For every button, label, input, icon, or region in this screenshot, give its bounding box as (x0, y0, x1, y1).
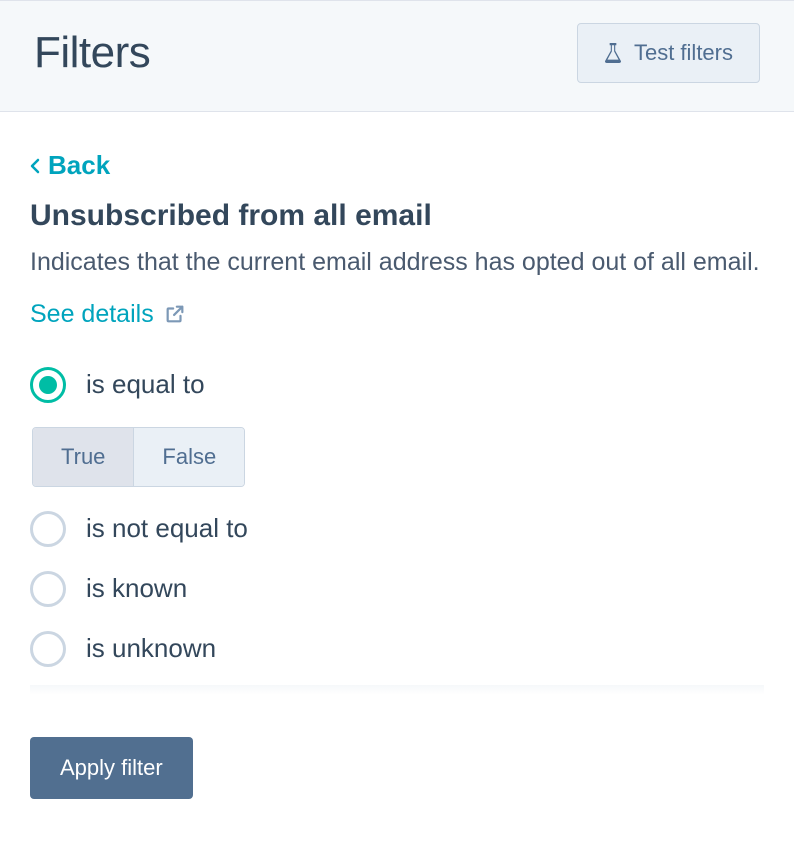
radio-label-is-unknown[interactable]: is unknown (86, 633, 216, 664)
radio-input-is-unknown[interactable] (30, 631, 66, 667)
apply-filter-button[interactable]: Apply filter (30, 737, 193, 799)
radio-option-is-unknown[interactable]: is unknown (30, 631, 764, 667)
boolean-toggle-wrap: True False (32, 427, 764, 487)
see-details-label: See details (30, 300, 154, 329)
test-filters-label: Test filters (634, 40, 733, 66)
radio-input-is-known[interactable] (30, 571, 66, 607)
radio-option-equal-to[interactable]: is equal to (30, 367, 764, 403)
radio-input-equal-to[interactable] (30, 367, 66, 403)
test-filters-button[interactable]: Test filters (577, 23, 760, 83)
chevron-left-icon (30, 158, 40, 174)
back-link[interactable]: Back (30, 150, 764, 181)
page-title: Filters (34, 28, 150, 78)
radio-input-not-equal-to[interactable] (30, 511, 66, 547)
scroll-fade (30, 685, 764, 695)
back-label: Back (48, 150, 110, 181)
radio-label-equal-to[interactable]: is equal to (86, 369, 205, 400)
footer-bar: Apply filter (0, 725, 794, 821)
external-link-icon (164, 303, 186, 325)
toggle-false-button[interactable]: False (133, 428, 244, 486)
radio-label-not-equal-to[interactable]: is not equal to (86, 513, 248, 544)
radio-option-is-known[interactable]: is known (30, 571, 764, 607)
filter-property-title: Unsubscribed from all email (30, 199, 764, 233)
boolean-toggle: True False (32, 427, 245, 487)
flask-icon (604, 43, 622, 63)
radio-label-is-known[interactable]: is known (86, 573, 187, 604)
toggle-true-button[interactable]: True (33, 428, 133, 486)
header-bar: Filters Test filters (0, 0, 794, 112)
filter-property-description: Indicates that the current email address… (30, 243, 764, 282)
radio-option-not-equal-to[interactable]: is not equal to (30, 511, 764, 547)
content-area: Back Unsubscribed from all email Indicat… (0, 112, 794, 725)
see-details-link[interactable]: See details (30, 300, 186, 329)
operator-radio-group: is equal to True False is not equal to i… (30, 367, 764, 667)
